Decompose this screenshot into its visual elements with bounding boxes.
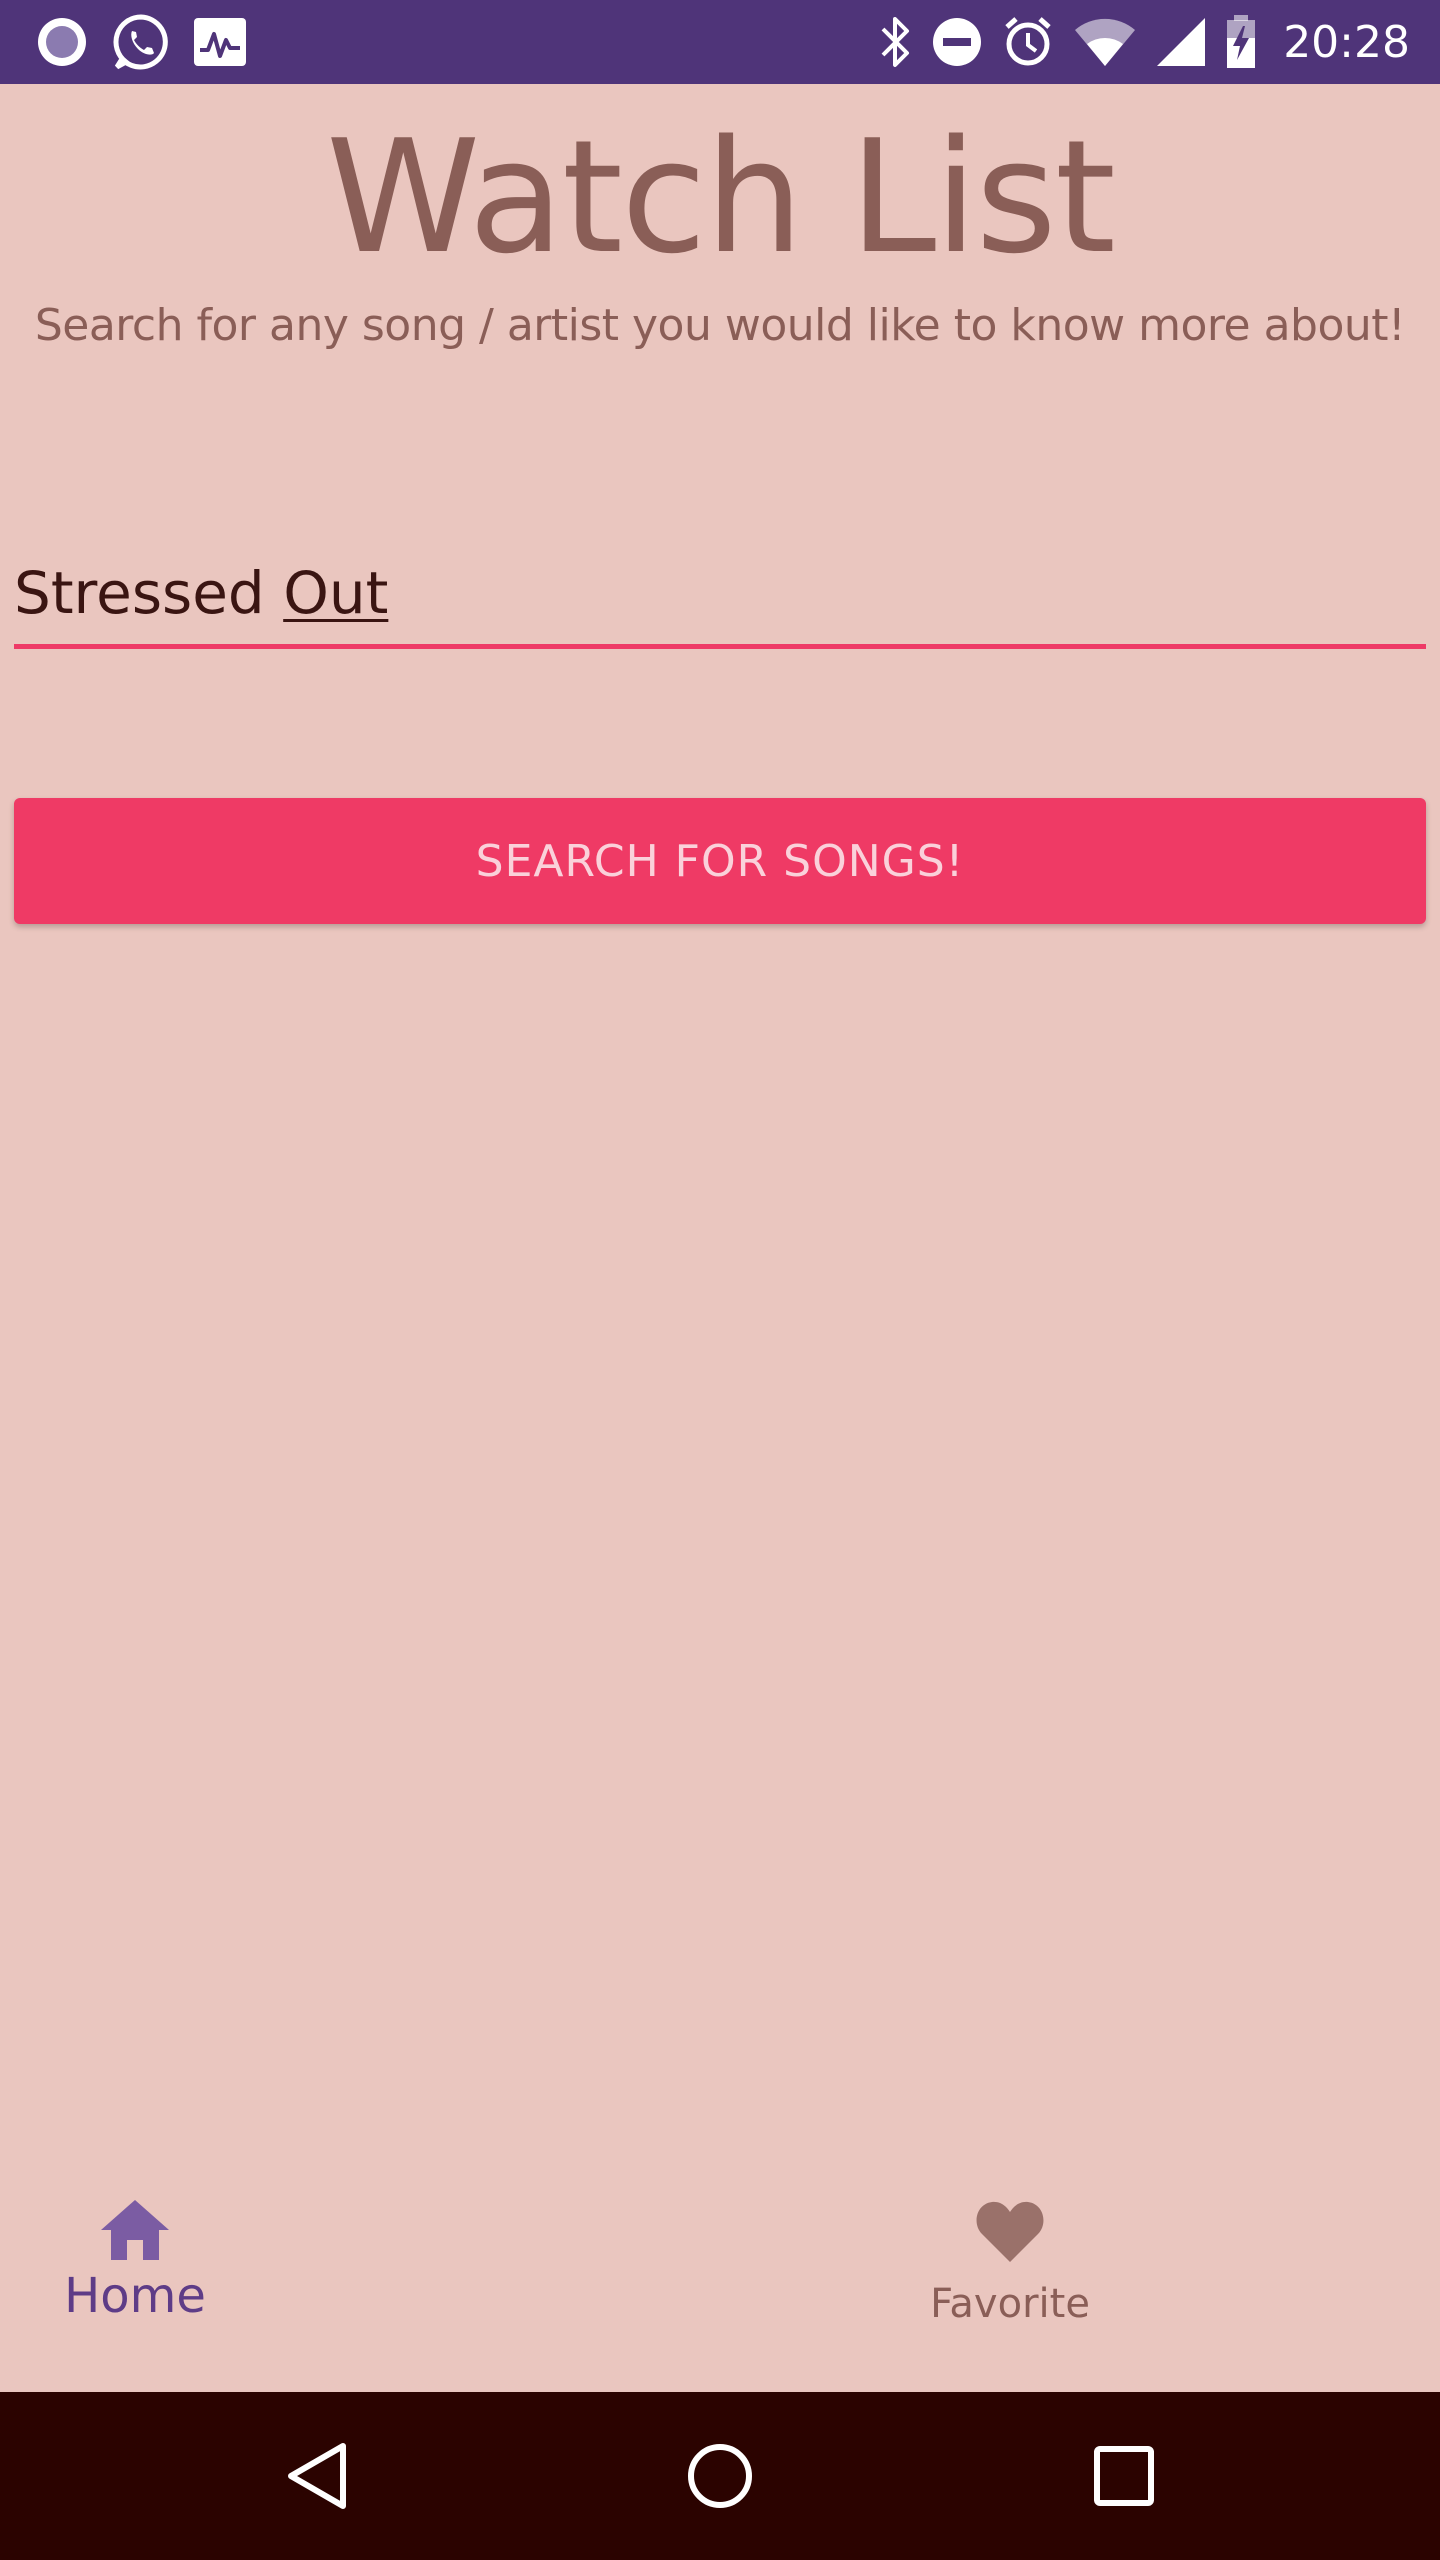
do-not-disturb-icon [933, 18, 982, 66]
bottom-navigation: Home Favorite [0, 2164, 1440, 2392]
cell-signal-icon [1157, 18, 1206, 66]
home-circle-icon [688, 2444, 752, 2508]
nav-item-favorite[interactable]: Favorite [650, 2164, 1370, 2392]
home-icon [101, 2200, 169, 2260]
recents-icon [1094, 2446, 1154, 2506]
page-subtitle: Search for any song / artist you would l… [34, 300, 1406, 351]
search-input-container: Stressed Out [14, 548, 1426, 649]
alarm-icon [1005, 17, 1051, 66]
nav-item-home-label: Home [64, 2268, 206, 2324]
system-navigation-bar [0, 2392, 1440, 2560]
system-home-button[interactable] [660, 2392, 780, 2560]
search-input-text: Stressed [14, 559, 265, 627]
system-recents-button[interactable] [1064, 2392, 1184, 2560]
activity-monitor-icon [194, 18, 246, 66]
search-for-songs-button[interactable]: SEARCH FOR SONGS! [14, 798, 1426, 924]
whatsapp-icon [113, 14, 168, 70]
search-input-composing-word: Out [283, 559, 389, 627]
search-input[interactable]: Stressed Out [14, 548, 1426, 649]
nav-item-home[interactable]: Home [0, 2164, 495, 2392]
system-back-button[interactable] [258, 2392, 378, 2560]
status-bar-right: 20:28 [879, 0, 1410, 84]
battery-charging-icon [1227, 15, 1256, 68]
heart-icon [976, 2201, 1044, 2262]
status-time: 20:28 [1283, 16, 1410, 68]
wifi-icon [1075, 18, 1136, 66]
notification-dot-icon [38, 18, 86, 66]
status-bar: 20:28 [0, 0, 1440, 84]
bluetooth-icon [881, 17, 910, 67]
back-icon [288, 2443, 346, 2509]
nav-item-favorite-label: Favorite [930, 2281, 1090, 2327]
status-bar-left [34, 0, 248, 84]
page-title: Watch List [326, 106, 1116, 288]
